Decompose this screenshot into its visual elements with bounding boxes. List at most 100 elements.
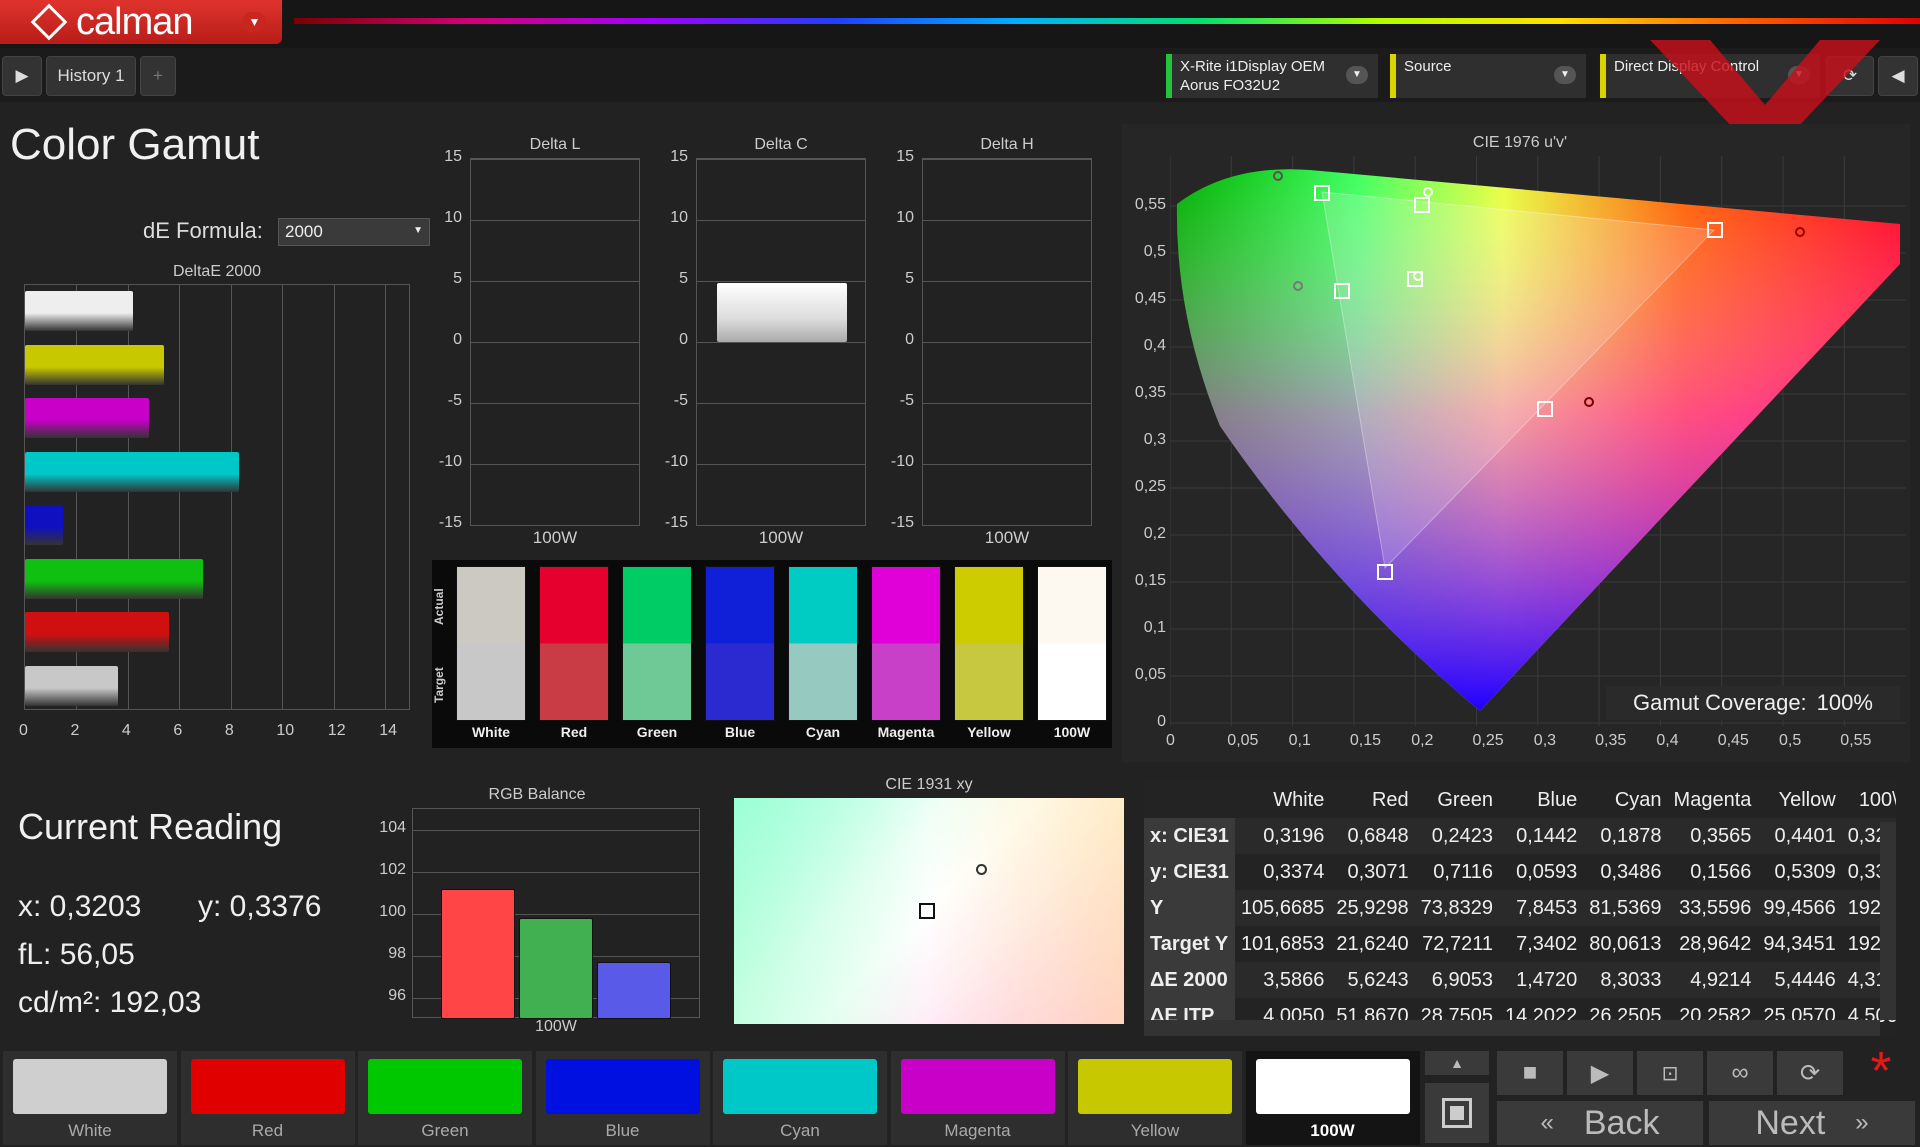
cie1976-y-tick: 0,1 <box>1143 619 1166 636</box>
patch-label: Red <box>251 1121 284 1140</box>
delta-tick-label: -5 <box>899 392 914 409</box>
chevron-down-icon[interactable]: ▼ <box>242 12 266 32</box>
rgb-balance-chart <box>412 808 700 1019</box>
delta-gridline <box>923 220 1091 221</box>
deltae-tick-label: 10 <box>276 722 295 739</box>
deltae-gridline <box>230 285 232 709</box>
calman-logo-menu[interactable]: calman ▼ <box>0 0 282 44</box>
swatch-label: Cyan <box>805 724 841 740</box>
cie1976-y-tick: 0,4 <box>1143 337 1166 354</box>
display-selector[interactable]: Direct Display Control ▼ <box>1600 54 1820 98</box>
play-tab-button[interactable]: ▶ <box>2 56 42 96</box>
add-tab-button[interactable]: + <box>140 56 176 96</box>
play-icon[interactable]: ▶ <box>1566 1050 1634 1096</box>
patch-100w[interactable]: 100W <box>1244 1050 1421 1146</box>
patch-color <box>723 1059 877 1114</box>
reading-x: x: 0,3203 <box>18 890 142 923</box>
delta-gridline <box>471 464 639 465</box>
rgb-tick-label: 98 <box>388 945 406 962</box>
swatch-label: Blue <box>724 724 756 740</box>
patch-red[interactable]: Red <box>179 1050 356 1146</box>
table-row-header: x: CIE31 <box>1144 818 1235 854</box>
table-row: Target Y 101,6853 21,6240 72,7211 7,3402 80,0… <box>1144 926 1896 962</box>
table-cell: 0,3565 <box>1667 818 1758 854</box>
rgb-gridline <box>413 872 699 873</box>
delta-gridline <box>471 525 639 526</box>
delta-tick-label: -5 <box>447 392 462 409</box>
deltae-chart-title: DeltaE 2000 <box>172 263 262 280</box>
delta-gridline <box>697 525 865 526</box>
next-button[interactable]: Next» <box>1708 1100 1916 1146</box>
cie1976-y-tick: 0,05 <box>1134 666 1166 683</box>
table-row: ΔE 2000 3,5866 5,6243 6,9053 1,4720 8,3033 4,9… <box>1144 962 1896 998</box>
chevron-down-icon: ▼ <box>1346 66 1368 84</box>
app-name: calman <box>76 0 193 43</box>
cie1976-y-tick: 0,15 <box>1134 572 1166 589</box>
delta-gridline <box>697 159 865 160</box>
delta-tick-label: -5 <box>673 392 688 409</box>
patch-white[interactable]: White <box>2 1050 178 1146</box>
chevron-up-icon[interactable]: ▲ <box>1424 1050 1490 1076</box>
patch-magenta[interactable]: Magenta <box>889 1050 1066 1146</box>
delta-chart <box>470 158 640 526</box>
meter-selector[interactable]: X-Rite i1Display OEM Aorus FO32U2 ▼ <box>1166 54 1378 98</box>
swatch-label: Red <box>560 724 588 740</box>
deltae-gridline <box>385 285 387 709</box>
deltae-bar <box>25 665 118 706</box>
table-cell: 0,7116 <box>1433 860 1493 883</box>
source-selector[interactable]: Source ▼ <box>1390 54 1586 98</box>
table-cell: 101,6853 <box>1240 932 1325 955</box>
delta-tick-label: 0 <box>679 331 688 348</box>
refresh-icon[interactable]: ⟳ <box>1826 56 1874 96</box>
delta-tick-label: 0 <box>905 331 914 348</box>
rgb-bar <box>597 962 671 1019</box>
de-formula-dropdown[interactable]: 2000 ▼ <box>278 218 430 246</box>
app-window: calman ▼ ▶ History 1 + X-Rite i1Display O… <box>0 0 1920 1147</box>
patch-green[interactable]: Green <box>357 1050 533 1146</box>
table-cell: 1,4720 <box>1498 962 1584 998</box>
cie1931-chart <box>734 798 1124 1024</box>
table-cell: 0,6848 <box>1330 818 1415 854</box>
table-row: x: CIE31 0,3196 0,6848 0,2423 0,1442 0,1878 0,… <box>1144 818 1896 854</box>
table-row-header: Target Y <box>1144 926 1235 962</box>
table-vertical-scrollbar[interactable] <box>1880 822 1896 1020</box>
table-cell: 80,0613 <box>1589 932 1662 955</box>
delta-xlabel: 100W <box>758 528 804 547</box>
deltae-gridline <box>333 285 335 709</box>
cie1931-title: CIE 1931 xy <box>885 776 973 793</box>
patch-color <box>13 1059 167 1114</box>
stop-square-button[interactable] <box>1424 1082 1490 1144</box>
collapse-icon[interactable]: ◀ <box>1878 56 1918 96</box>
table-cell: 0,5309 <box>1774 860 1836 883</box>
cie1976-x-tick: 0,3 <box>1533 732 1557 749</box>
patch-blue[interactable]: Blue <box>534 1050 711 1146</box>
patch-cyan[interactable]: Cyan <box>712 1050 888 1146</box>
table-header-cell <box>1144 782 1235 818</box>
swatch-label: Yellow <box>967 724 1011 740</box>
stop-icon[interactable]: ■ <box>1496 1050 1564 1096</box>
cie1976-x-tick: 0,15 <box>1349 732 1382 749</box>
patch-yellow[interactable]: Yellow <box>1067 1050 1243 1146</box>
back-button[interactable]: «Back <box>1496 1100 1704 1146</box>
cie1976-x-tick: 0,55 <box>1840 732 1872 749</box>
continuous-icon[interactable]: ∞ <box>1706 1050 1774 1096</box>
cie1976-y-tick: 0,45 <box>1134 290 1166 307</box>
swatch-red <box>539 566 609 721</box>
rgb-balance-title: RGB Balance <box>488 786 586 803</box>
calman-diamond-icon <box>30 3 68 41</box>
read-series-icon[interactable]: ⊡ <box>1636 1050 1704 1096</box>
table-horizontal-scrollbar[interactable] <box>1144 1020 1880 1036</box>
delta-tick-label: 10 <box>444 209 462 226</box>
delta-tick-label: -10 <box>438 453 462 470</box>
table-header-cell: Yellow <box>1778 788 1836 811</box>
delta-gridline <box>471 281 639 282</box>
patch-color <box>368 1059 522 1114</box>
delta-gridline <box>697 403 865 404</box>
sync-icon[interactable]: ⟳ <box>1776 1050 1844 1096</box>
table-cell: 0,3374 <box>1263 860 1325 883</box>
delta-gridline <box>923 159 1091 160</box>
deltae-bar <box>25 451 239 492</box>
swatch-label: White <box>471 724 511 740</box>
cie1976-x-tick: 0,5 <box>1779 732 1802 749</box>
tab-history-1[interactable]: History 1 <box>46 56 136 96</box>
